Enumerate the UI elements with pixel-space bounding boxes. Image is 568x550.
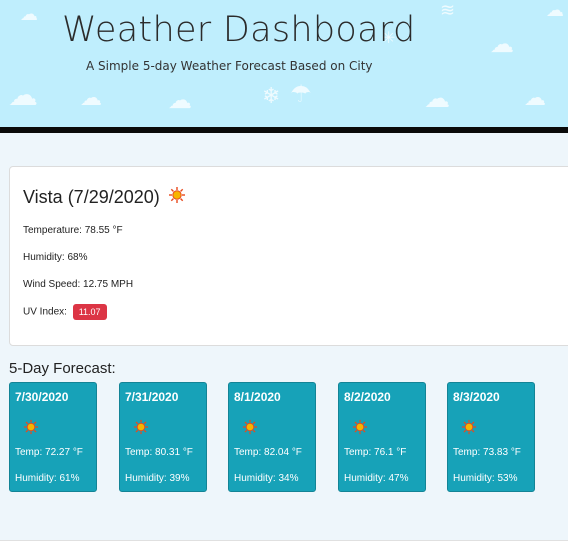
forecast-temp: Temp: 80.31 °F: [125, 447, 193, 458]
cloud-icon: ☁: [168, 86, 192, 114]
current-wind-speed: Wind Speed: 12.75 MPH: [23, 279, 134, 290]
forecast-date: 7/31/2020: [125, 390, 179, 404]
page-subtitle: A Simple 5-day Weather Forecast Based on…: [86, 59, 373, 73]
header-divider: [0, 127, 568, 133]
forecast-humidity: Humidity: 34%: [234, 473, 299, 484]
uv-index-badge: 11.07: [72, 304, 107, 320]
sun-icon: [352, 419, 368, 440]
page-title: Weather Dashboard: [62, 10, 416, 50]
forecast-temp: Temp: 76.1 °F: [344, 447, 407, 458]
uv-index-label: UV Index:: [23, 306, 67, 318]
forecast-date: 8/2/2020: [344, 390, 391, 404]
forecast-card: 7/30/2020 Temp: 72.27 °F Humidity: 61%: [9, 382, 97, 492]
sun-icon: [133, 419, 149, 440]
forecast-card: 8/2/2020 Temp: 76.1 °F Humidity: 47%: [338, 382, 426, 492]
forecast-humidity: Humidity: 39%: [125, 473, 190, 484]
forecast-temp: Temp: 73.83 °F: [453, 447, 521, 458]
forecast-card: 8/1/2020 Temp: 82.04 °F Humidity: 34%: [228, 382, 316, 492]
forecast-date: 7/30/2020: [15, 390, 69, 404]
sun-icon: [168, 186, 186, 209]
forecast-humidity: Humidity: 61%: [15, 473, 80, 484]
forecast-date: 8/3/2020: [453, 390, 500, 404]
cloud-icon: ☁: [80, 86, 102, 111]
cloud-sun-icon: ☁: [8, 78, 38, 113]
wind-icon: ≋: [440, 0, 456, 21]
header-banner: ☁ ☁ ☁ ❄ ☂ ✳ ☁ ☁ ☁ ☁ ≋ ☁ Weather Dashboar…: [0, 0, 568, 127]
current-humidity: Humidity: 68%: [23, 252, 88, 263]
forecast-temp: Temp: 82.04 °F: [234, 447, 302, 458]
cloud-icon: ☁: [424, 84, 450, 114]
current-city-heading: Vista (7/29/2020): [23, 186, 186, 209]
snowflake-icon: ❄: [262, 84, 281, 109]
cloud-icon: ☁: [546, 0, 564, 21]
cloud-rain-icon: ☁: [490, 30, 514, 58]
sun-icon: [23, 419, 39, 440]
sun-icon: [461, 419, 477, 440]
city-date-label: Vista (7/29/2020): [23, 187, 160, 207]
current-weather-card: Vista (7/29/2020) Temperature: 78.55 °F …: [9, 166, 568, 346]
cloud-icon: ☁: [20, 4, 38, 25]
sun-icon: [242, 419, 258, 440]
forecast-card: 7/31/2020 Temp: 80.31 °F Humidity: 39%: [119, 382, 207, 492]
forecast-heading: 5-Day Forecast:: [9, 360, 116, 377]
forecast-card: 8/3/2020 Temp: 73.83 °F Humidity: 53%: [447, 382, 535, 492]
forecast-date: 8/1/2020: [234, 390, 281, 404]
forecast-temp: Temp: 72.27 °F: [15, 447, 83, 458]
cloud-rain-icon: ☂: [290, 80, 312, 108]
current-temperature: Temperature: 78.55 °F: [23, 225, 123, 236]
forecast-humidity: Humidity: 47%: [344, 473, 409, 484]
cloud-icon: ☁: [524, 86, 546, 111]
current-uv-index: UV Index: 11.07: [23, 304, 107, 320]
forecast-humidity: Humidity: 53%: [453, 473, 518, 484]
